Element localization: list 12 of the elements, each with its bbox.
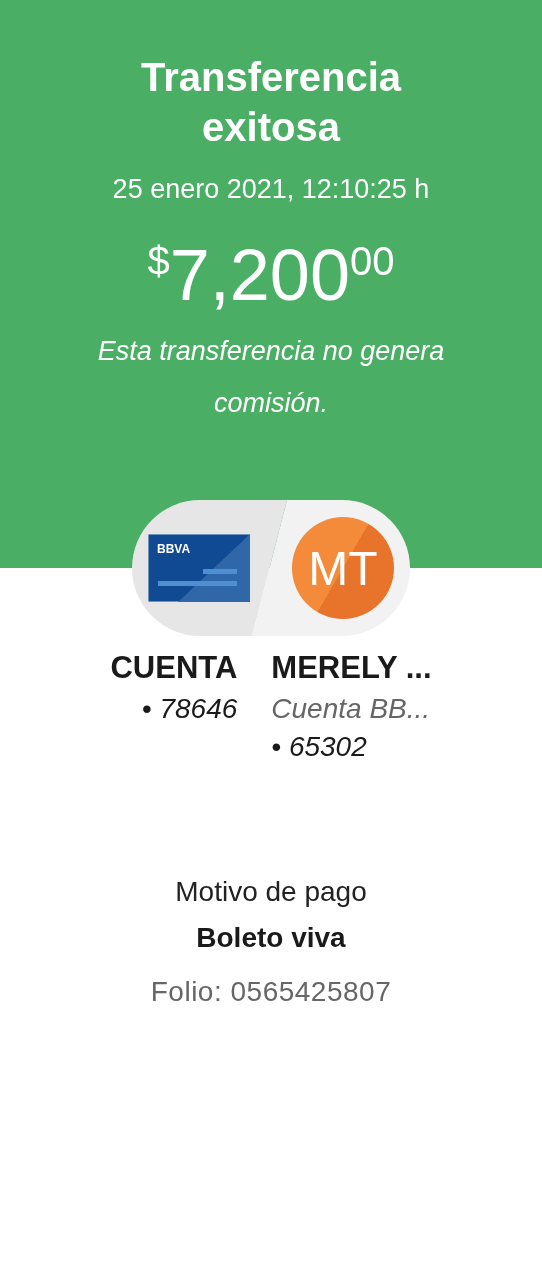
success-title: Transferencia exitosa: [139, 54, 403, 151]
account-number: • 65302: [271, 730, 368, 764]
folio-number: Folio: 0565425807: [150, 975, 392, 1009]
origin-name: CUENTA: [110, 649, 238, 687]
account-number: • 78646: [141, 692, 238, 726]
transfer-date: 25 enero 2021, 12:10:25 h: [112, 174, 430, 205]
recipient-name: MERELY ...: [271, 649, 432, 687]
bank-card-icon: BBVA: [148, 534, 250, 602]
payment-reason: Boleto viva: [196, 921, 346, 955]
commission-note: Esta transferencia no genera comisión.: [96, 335, 446, 420]
payment-label: Motivo de pago: [175, 875, 367, 909]
account-type: Cuenta BB...: [271, 692, 432, 726]
